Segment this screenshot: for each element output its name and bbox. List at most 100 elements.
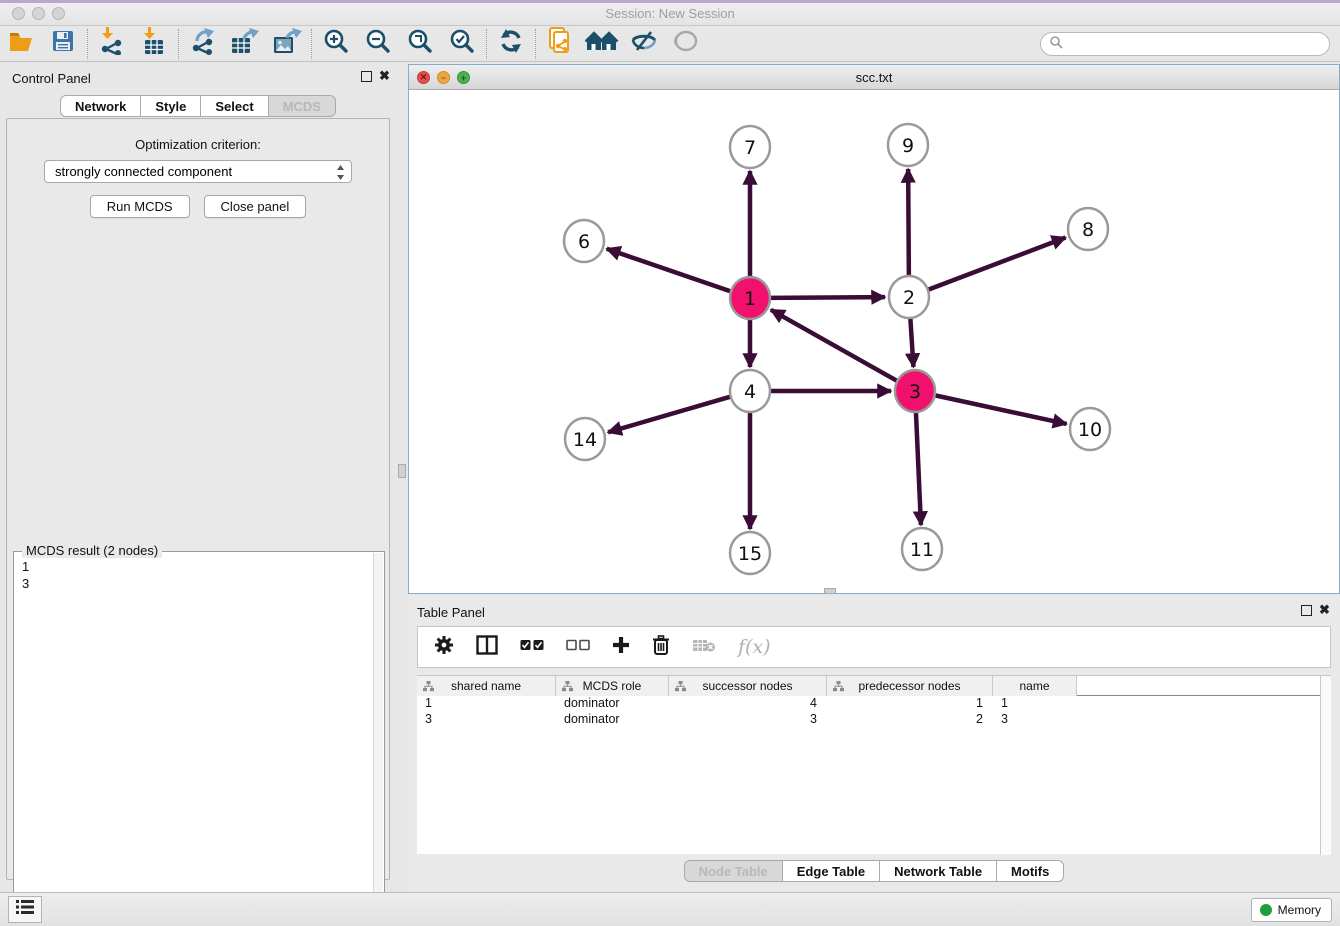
- first-neighbors-button[interactable]: [581, 28, 623, 60]
- column-header[interactable]: shared name: [417, 676, 556, 696]
- table-tabs: Node Table Edge Table Network Table Moti…: [408, 860, 1340, 882]
- open-session-button[interactable]: [0, 28, 42, 60]
- tab-style[interactable]: Style: [141, 95, 201, 117]
- copy-network-view-button[interactable]: [539, 28, 581, 60]
- graph-node-label: 14: [573, 429, 597, 451]
- column-header[interactable]: MCDS role: [556, 676, 669, 696]
- graph-node-label: 7: [744, 137, 756, 159]
- table-cell: 3: [417, 712, 556, 728]
- graph-node-label: 11: [910, 539, 934, 561]
- import-table-button[interactable]: [133, 28, 175, 60]
- zoom-fit-button[interactable]: [399, 28, 441, 60]
- graph-edge-1-6[interactable]: [607, 249, 731, 292]
- control-panel: Control Panel ✖ Network Style Select MCD…: [0, 62, 396, 892]
- column-header[interactable]: name: [993, 676, 1077, 696]
- column-selector-button[interactable]: [476, 635, 498, 660]
- graph-node-8[interactable]: 8: [1068, 208, 1108, 250]
- tab-select[interactable]: Select: [201, 95, 268, 117]
- graph-node-4[interactable]: 4: [730, 370, 770, 412]
- tab-network[interactable]: Network: [60, 95, 141, 117]
- tab-edge-table[interactable]: Edge Table: [783, 860, 880, 882]
- toolbar-separator: [535, 29, 536, 59]
- graph-edge-1-2[interactable]: [770, 297, 885, 298]
- add-column-button[interactable]: [612, 636, 630, 659]
- graph-node-label: 6: [578, 231, 590, 253]
- table-row[interactable]: 1dominator411: [417, 696, 1331, 712]
- graph-node-14[interactable]: 14: [565, 418, 605, 460]
- graph-edge-4-14[interactable]: [608, 397, 731, 433]
- memory-button[interactable]: Memory: [1251, 898, 1332, 922]
- export-table-icon: [230, 27, 260, 60]
- panel-splitter[interactable]: [396, 62, 408, 892]
- show-all-button[interactable]: [665, 28, 707, 60]
- apply-layout-button[interactable]: [490, 28, 532, 60]
- search-field[interactable]: [1040, 32, 1330, 56]
- table-cell: 4: [669, 696, 827, 712]
- close-table-panel-icon[interactable]: ✖: [1319, 603, 1330, 617]
- graph-edge-3-11[interactable]: [916, 411, 921, 525]
- network-canvas[interactable]: 7 9 6 8 1 2 4 3 14 10 15 11: [409, 90, 1339, 593]
- optimization-criterion-select[interactable]: strongly connected component: [44, 160, 352, 183]
- graph-node-2[interactable]: 2: [889, 276, 929, 318]
- graph-node-label: 9: [902, 135, 914, 157]
- table-panel: Table Panel ✖ f(x) shared nameMCDS roles…: [408, 596, 1340, 890]
- zoom-out-button[interactable]: [357, 28, 399, 60]
- graph-node-9[interactable]: 9: [888, 124, 928, 166]
- tab-motifs[interactable]: Motifs: [997, 860, 1064, 882]
- splitter-grip[interactable]: [398, 464, 406, 478]
- result-scrollbar[interactable]: [373, 553, 383, 926]
- table-cell: 1: [993, 696, 1077, 712]
- graph-node-label: 1: [744, 288, 756, 310]
- table-settings-button[interactable]: [434, 635, 454, 660]
- table-panel-header: Table Panel ✖: [408, 596, 1340, 626]
- zoom-in-button[interactable]: [315, 28, 357, 60]
- tab-node-table[interactable]: Node Table: [684, 860, 783, 882]
- import-network-button[interactable]: [91, 28, 133, 60]
- close-panel-icon[interactable]: ✖: [379, 69, 390, 83]
- graph-edge-3-10[interactable]: [935, 395, 1067, 424]
- hide-selected-button[interactable]: [623, 28, 665, 60]
- zoom-selected-button[interactable]: [441, 28, 483, 60]
- graph-edge-3-1[interactable]: [771, 310, 898, 381]
- column-header-label: name: [1019, 679, 1049, 693]
- zoom-fit-icon: [407, 28, 433, 59]
- export-image-button[interactable]: [266, 28, 308, 60]
- optimization-criterion-value: strongly connected component: [55, 164, 232, 179]
- graph-node-6[interactable]: 6: [564, 220, 604, 262]
- graph-node-11[interactable]: 11: [902, 528, 942, 570]
- network-window-titlebar: ✕ − + scc.txt: [409, 65, 1339, 90]
- run-mcds-button[interactable]: Run MCDS: [90, 195, 190, 218]
- float-table-panel-icon[interactable]: [1301, 605, 1312, 616]
- table-row[interactable]: 3dominator323: [417, 712, 1331, 728]
- graph-edge-2-3[interactable]: [910, 317, 913, 367]
- delete-column-button[interactable]: [652, 635, 670, 660]
- close-panel-button[interactable]: Close panel: [204, 195, 307, 218]
- save-session-button[interactable]: [42, 28, 84, 60]
- graph-node-7[interactable]: 7: [730, 126, 770, 168]
- mcds-result-text[interactable]: 1 3: [16, 558, 372, 926]
- tab-mcds[interactable]: MCDS: [269, 95, 336, 117]
- export-network-button[interactable]: [182, 28, 224, 60]
- graph-edge-2-8[interactable]: [928, 238, 1066, 290]
- horizontal-splitter-grip[interactable]: [824, 588, 836, 594]
- column-tree-icon: [675, 681, 686, 695]
- select-all-button[interactable]: [520, 638, 544, 656]
- graph-node-15[interactable]: 15: [730, 532, 770, 574]
- column-header[interactable]: predecessor nodes: [827, 676, 993, 696]
- deselect-all-button[interactable]: [566, 638, 590, 656]
- float-panel-icon[interactable]: [361, 71, 372, 82]
- graph-edge-2-9[interactable]: [908, 169, 909, 277]
- export-table-button[interactable]: [224, 28, 266, 60]
- graph-node-10[interactable]: 10: [1070, 408, 1110, 450]
- table-scrollbar[interactable]: [1320, 676, 1331, 855]
- trash-icon: [652, 635, 670, 660]
- task-history-button[interactable]: [8, 896, 42, 923]
- graph-node-label: 3: [909, 381, 921, 403]
- search-input[interactable]: [1063, 35, 1329, 53]
- graph-node-1[interactable]: 1: [730, 277, 770, 319]
- graph-node-3[interactable]: 3: [895, 370, 935, 412]
- delete-table-button[interactable]: [692, 637, 716, 658]
- function-builder-button[interactable]: f(x): [738, 636, 771, 658]
- column-header[interactable]: successor nodes: [669, 676, 827, 696]
- tab-network-table[interactable]: Network Table: [880, 860, 997, 882]
